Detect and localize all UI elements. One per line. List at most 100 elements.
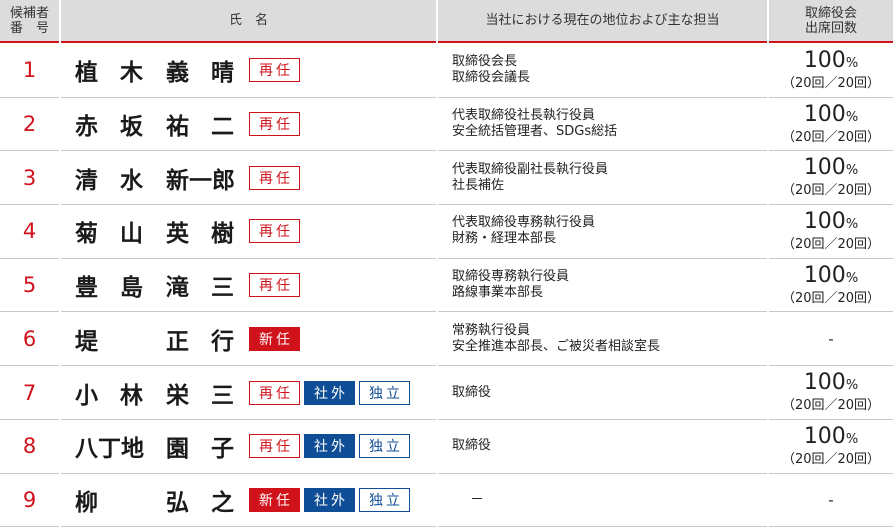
- position-line: 取締役専務執行役員: [452, 269, 570, 285]
- candidate-name-cell: 小林栄三再任 社外 独立: [61, 366, 436, 420]
- candidate-number: 8: [0, 419, 59, 474]
- header-attendance-line1: 取締役会: [804, 5, 857, 21]
- attendance-rate: 100%: [804, 210, 858, 236]
- attendance-rate: 100%: [804, 371, 858, 397]
- header-candidate-number: 候補者 番 号: [0, 0, 59, 43]
- name-part: 島: [120, 275, 143, 302]
- position-line: 常務執行役員: [452, 322, 531, 338]
- candidate-name-cell: 八丁地園子再任 社外 独立: [61, 420, 436, 474]
- attendance-cell: -: [769, 313, 893, 367]
- table-row: 5 豊島滝三再任 取締役専務執行役員 路線事業本部長 100% （20回／20回）: [0, 258, 893, 313]
- name-part: 滝: [166, 275, 189, 302]
- position-cell: 取締役専務執行役員 路線事業本部長: [438, 259, 767, 313]
- status-badges: 再任: [249, 58, 300, 83]
- position-cell: 常務執行役員 安全推進本部長、ご被災者相談室長: [438, 313, 767, 367]
- percent-unit: %: [845, 270, 859, 286]
- attendance-dash: -: [828, 329, 834, 348]
- attendance-cell: 100% （20回／20回）: [769, 44, 893, 98]
- reappoint-badge: 再任: [249, 434, 300, 459]
- position-cell: 取締役: [438, 420, 767, 474]
- reappoint-badge: 再任: [249, 58, 300, 83]
- table-row: 6 堤 正行新任 常務執行役員 安全推進本部長、ご被災者相談室長 -: [0, 312, 893, 367]
- name-part: 植: [75, 60, 98, 87]
- position-cell: 取締役: [438, 366, 767, 420]
- header-name-label: 氏 名: [228, 13, 268, 28]
- candidate-name: 堤 正行: [75, 313, 245, 366]
- attendance-cell: 100% （20回／20回）: [769, 420, 893, 474]
- indep-badge: 独立: [359, 434, 410, 459]
- attendance-cell: 100% （20回／20回）: [769, 98, 893, 152]
- candidates-table: 候補者 番 号 氏 名 当社における現在の地位および主な担当 取締役会 出席回数…: [0, 0, 893, 527]
- status-badges: 新任: [249, 326, 300, 351]
- attendance-rate: 100%: [804, 425, 858, 451]
- header-name: 氏 名: [61, 0, 436, 43]
- attendance-percent: 100: [803, 262, 846, 288]
- attendance-cell: 100% （20回／20回）: [769, 259, 893, 313]
- candidate-name: 菊山英樹: [75, 205, 245, 258]
- candidate-name: 清水新一郎: [75, 151, 245, 204]
- status-badges: 新任 社外 独立: [249, 487, 410, 512]
- name-part: 祐: [166, 114, 189, 141]
- column-divider: [767, 0, 769, 527]
- indep-badge: 独立: [359, 487, 410, 512]
- candidate-name: 柳 弘之: [75, 474, 245, 527]
- attendance-cell: 100% （20回／20回）: [769, 205, 893, 259]
- table-row: 3 清水新一郎 再任 代表取締役副社長執行役員 社長補佐 100% （20回／20回）: [0, 151, 893, 206]
- candidate-name-cell: 清水新一郎 再任: [61, 151, 436, 206]
- name-part: 清: [75, 167, 98, 194]
- candidate-number: 3: [0, 151, 59, 206]
- status-badges: 再任 社外 独立: [249, 434, 410, 459]
- position-line: 代表取締役社長執行役員: [452, 108, 596, 124]
- position-cell: 代表取締役専務執行役員 財務・経理本部長: [438, 205, 767, 259]
- attendance-count: （20回／20回）: [781, 236, 881, 252]
- candidate-name-cell: 赤坂祐二再任: [61, 98, 436, 152]
- percent-unit: %: [845, 55, 859, 71]
- attendance-percent: 100: [803, 47, 846, 73]
- attendance-dash: -: [828, 490, 834, 509]
- name-part: 行: [211, 328, 234, 355]
- position-line: 代表取締役副社長執行役員: [452, 161, 609, 177]
- candidate-name-cell: 植木義晴再任: [61, 44, 436, 98]
- attendance-cell: 100% （20回／20回）: [769, 151, 893, 206]
- name-part: 林: [120, 382, 143, 409]
- name-part: 豊: [75, 275, 98, 302]
- status-badges: 再任: [249, 273, 300, 298]
- percent-unit: %: [845, 216, 859, 232]
- reappoint-badge: 再任: [249, 165, 300, 190]
- position-line: 財務・経理本部長: [452, 231, 557, 247]
- candidate-name-cell: 柳 弘之新任 社外 独立: [61, 474, 436, 527]
- candidate-name: 植木義晴: [75, 44, 245, 97]
- status-badges: 再任: [249, 112, 300, 137]
- reappoint-badge: 再任: [249, 380, 300, 405]
- name-part: 義: [166, 60, 189, 87]
- attendance-count: （20回／20回）: [781, 398, 881, 414]
- position-cell: 取締役会長 取締役会議長: [438, 44, 767, 98]
- attendance-percent: 100: [803, 423, 846, 449]
- percent-unit: %: [845, 109, 859, 125]
- outside-badge: 社外: [304, 380, 355, 405]
- reappoint-badge: 再任: [249, 219, 300, 244]
- new-badge: 新任: [249, 326, 300, 351]
- new-badge: 新任: [249, 487, 300, 512]
- attendance-percent: 100: [803, 370, 846, 396]
- name-part: 柳: [75, 489, 98, 516]
- name-part: 二: [211, 114, 234, 141]
- position-cell: 代表取締役社長執行役員 安全統括管理者、SDGs総括: [438, 98, 767, 152]
- candidate-name: 赤坂祐二: [75, 98, 245, 151]
- name-part: 新一郎: [166, 167, 235, 194]
- attendance-cell: 100% （20回／20回）: [769, 366, 893, 420]
- status-badges: 再任: [249, 165, 300, 190]
- position-cell: －: [438, 474, 767, 527]
- candidate-number: 4: [0, 205, 59, 259]
- header-attendance: 取締役会 出席回数: [769, 0, 893, 43]
- name-part: 菊: [75, 221, 98, 248]
- reappoint-badge: 再任: [249, 273, 300, 298]
- position-line: 安全統括管理者、SDGs総括: [452, 124, 618, 140]
- attendance-count: （20回／20回）: [781, 290, 881, 306]
- attendance-rate: 100%: [804, 103, 858, 129]
- header-attendance-line2: 出席回数: [804, 20, 857, 36]
- attendance-percent: 100: [803, 208, 846, 234]
- candidate-number: 2: [0, 97, 59, 152]
- candidate-name: 豊島滝三: [75, 259, 245, 312]
- attendance-count: （20回／20回）: [781, 451, 881, 467]
